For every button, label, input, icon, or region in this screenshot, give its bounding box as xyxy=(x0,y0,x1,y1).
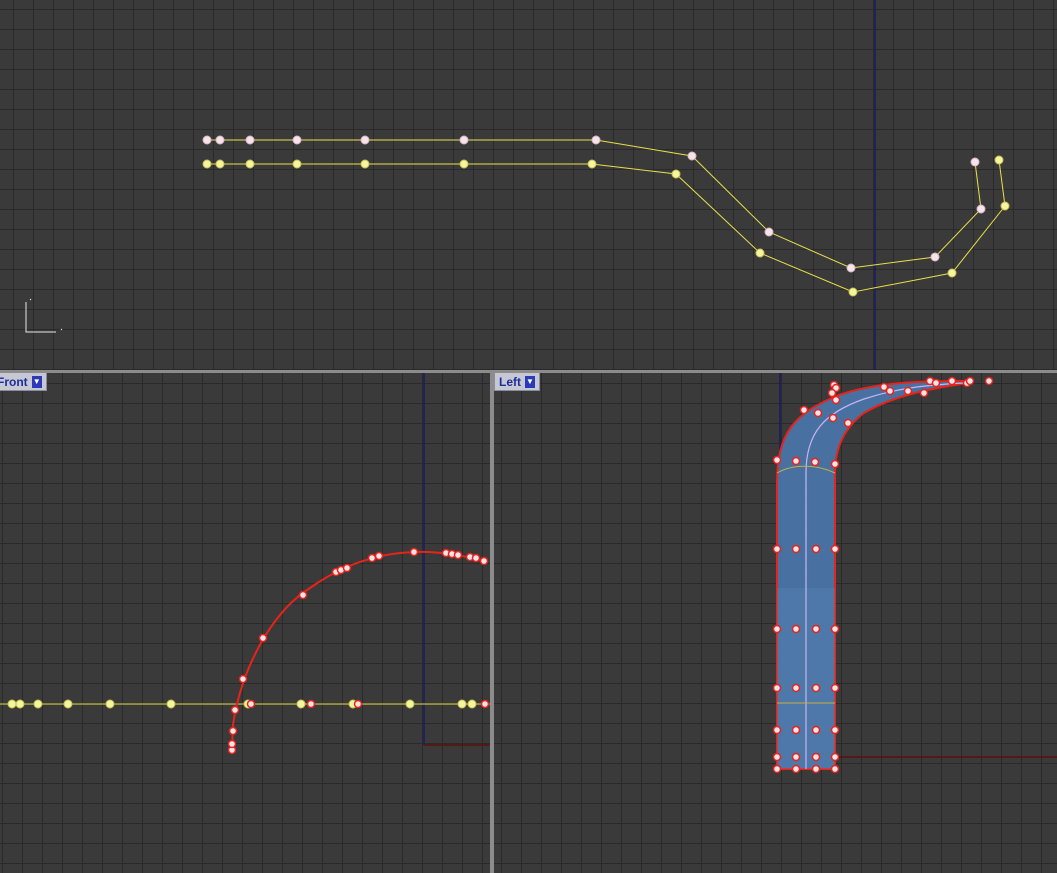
front-viewport-canvas[interactable] xyxy=(0,373,490,873)
control-points-lower[interactable] xyxy=(202,155,1010,297)
left-viewport-canvas[interactable] xyxy=(494,373,1057,873)
curve-lower[interactable] xyxy=(207,159,1006,293)
front-viewport-tab[interactable]: Front ▼ xyxy=(0,373,47,391)
front-viewport[interactable]: Front ▼ xyxy=(0,373,490,873)
top-viewport[interactable] xyxy=(0,0,1057,370)
left-viewport-tab[interactable]: Left ▼ xyxy=(494,373,540,391)
curve-upper[interactable] xyxy=(207,139,982,269)
viewport-title: Left xyxy=(499,374,521,389)
left-viewport[interactable]: Left ▼ xyxy=(494,373,1057,873)
top-viewport-canvas[interactable] xyxy=(0,0,1057,370)
dropdown-arrow-icon[interactable]: ▼ xyxy=(31,375,42,388)
arc-points[interactable] xyxy=(227,547,490,755)
arc-curve[interactable] xyxy=(231,550,485,751)
viewport-title: Front xyxy=(0,374,28,389)
dropdown-arrow-icon[interactable]: ▼ xyxy=(525,375,535,388)
axis-indicator-icon xyxy=(25,298,63,333)
control-points-upper[interactable] xyxy=(202,135,986,273)
